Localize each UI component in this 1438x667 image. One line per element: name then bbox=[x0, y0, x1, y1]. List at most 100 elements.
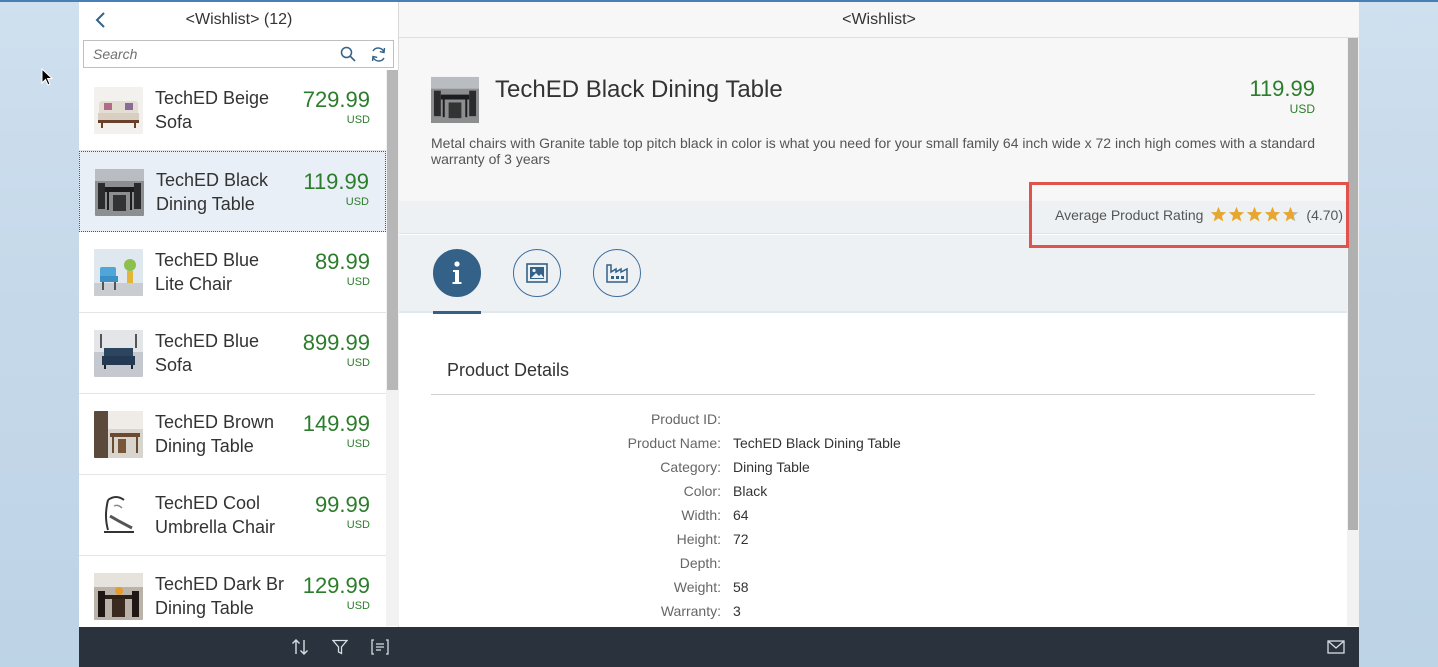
star-icon bbox=[1211, 206, 1227, 222]
list-scrollbar-thumb[interactable] bbox=[387, 70, 398, 390]
item-currency: USD bbox=[346, 519, 370, 531]
item-currency: USD bbox=[346, 438, 370, 450]
item-title: TechED Beige Sofa bbox=[155, 88, 270, 132]
field-value: Black bbox=[733, 483, 768, 499]
item-title: TechED Brown Dining Table bbox=[155, 412, 275, 456]
list-item[interactable]: TechED Beige Sofa 729.99 USD bbox=[79, 70, 386, 151]
section-divider bbox=[431, 394, 1315, 395]
item-currency: USD bbox=[346, 357, 370, 369]
star-icon bbox=[1283, 206, 1299, 222]
blue-sofa-thumbnail bbox=[94, 330, 143, 377]
field-value: 72 bbox=[733, 531, 749, 547]
sort-icon bbox=[292, 639, 308, 655]
detail-footer bbox=[399, 627, 1359, 667]
item-price: 99.99 bbox=[314, 492, 370, 517]
rating-stars bbox=[1210, 206, 1299, 223]
detail-header: <Wishlist> bbox=[399, 2, 1359, 38]
item-price: 89.99 bbox=[314, 249, 370, 274]
list-item[interactable]: TechED Dark Br Dining Table 129.99 USD bbox=[79, 556, 386, 626]
item-price: 899.99 bbox=[302, 330, 370, 355]
object-header: TechED Black Dining Table 119.99 USD Met… bbox=[399, 38, 1347, 201]
average-rating: Average Product Rating (4.70) bbox=[1055, 206, 1343, 223]
info-icon bbox=[452, 261, 462, 284]
image-icon bbox=[526, 263, 548, 283]
field-label: Width: bbox=[681, 507, 721, 523]
back-button[interactable] bbox=[89, 8, 113, 32]
star-icon bbox=[1229, 206, 1245, 222]
field-label: Color: bbox=[683, 483, 721, 499]
item-title: TechED Blue Sofa bbox=[155, 331, 260, 375]
search-input[interactable] bbox=[84, 41, 333, 67]
tab-supplier[interactable] bbox=[593, 249, 641, 297]
item-title: TechED Cool Umbrella Chair bbox=[155, 493, 276, 537]
list-item[interactable]: TechED Blue Lite Chair 89.99 USD bbox=[79, 232, 386, 313]
search-field[interactable] bbox=[83, 40, 394, 68]
tab-info[interactable] bbox=[433, 249, 481, 297]
master-title: <Wishlist> (12) bbox=[185, 11, 293, 28]
field-label: Height: bbox=[676, 531, 721, 547]
field-label: Product Name: bbox=[627, 435, 721, 451]
list-item[interactable]: TechED Blue Sofa 899.99 USD bbox=[79, 313, 386, 394]
field-value: Dining Table bbox=[733, 459, 810, 475]
refresh-button[interactable] bbox=[363, 41, 393, 67]
active-tab-indicator bbox=[433, 311, 481, 314]
refresh-icon bbox=[371, 46, 385, 62]
list-item-selected[interactable]: TechED Black Dining Table 119.99 USD bbox=[79, 151, 386, 232]
field-value: 58 bbox=[733, 579, 749, 595]
list-scrollbar[interactable] bbox=[386, 70, 399, 626]
detail-scrollbar-thumb[interactable] bbox=[1348, 38, 1358, 530]
icon-tab-bar bbox=[399, 235, 1347, 313]
item-title: TechED Black Dining Table bbox=[156, 170, 269, 214]
product-description: Metal chairs with Granite table top pitc… bbox=[431, 135, 1315, 167]
item-currency: USD bbox=[346, 114, 370, 126]
group-icon bbox=[371, 639, 389, 655]
field-value: TechED Black Dining Table bbox=[733, 435, 901, 451]
field-label: Depth: bbox=[679, 555, 721, 571]
filter-button[interactable] bbox=[327, 634, 353, 660]
field-label: Category: bbox=[660, 459, 721, 475]
email-button[interactable] bbox=[1323, 634, 1349, 660]
item-currency: USD bbox=[346, 276, 370, 288]
product-currency: USD bbox=[1289, 102, 1315, 116]
mouse-cursor-icon bbox=[41, 68, 53, 86]
item-price: 129.99 bbox=[302, 573, 370, 598]
item-price: 729.99 bbox=[302, 87, 370, 112]
rating-bar: Average Product Rating (4.70) bbox=[399, 201, 1347, 234]
mail-icon bbox=[1327, 640, 1345, 654]
master-pane: <Wishlist> (12) Search TechED Beige Sofa… bbox=[79, 2, 399, 667]
rating-value: (4.70) bbox=[1306, 206, 1343, 223]
star-icon bbox=[1265, 206, 1281, 222]
group-button[interactable] bbox=[367, 634, 393, 660]
product-price: 119.99 bbox=[1249, 76, 1315, 101]
beige-sofa-thumbnail bbox=[94, 87, 143, 134]
section-title: Product Details bbox=[447, 360, 570, 380]
product-list: TechED Beige Sofa 729.99 USD TechED Blac… bbox=[79, 70, 386, 626]
search-icon bbox=[340, 46, 356, 62]
field-label: Warranty: bbox=[660, 603, 721, 619]
chevron-left-icon bbox=[95, 12, 105, 28]
filter-icon bbox=[332, 639, 348, 655]
sort-button[interactable] bbox=[287, 634, 313, 660]
item-price: 149.99 bbox=[302, 411, 370, 436]
detail-scrollbar[interactable] bbox=[1347, 38, 1359, 626]
tab-images[interactable] bbox=[513, 249, 561, 297]
master-footer bbox=[79, 627, 399, 667]
field-value: 3 bbox=[733, 603, 741, 619]
list-item[interactable]: TechED Cool Umbrella Chair 99.99 USD bbox=[79, 475, 386, 556]
rating-label: Average Product Rating bbox=[1055, 206, 1204, 223]
item-title: TechED Blue Lite Chair bbox=[155, 250, 260, 294]
list-item[interactable]: TechED Brown Dining Table 149.99 USD bbox=[79, 394, 386, 475]
detail-pane: <Wishlist> TechED Black Dining Table 119… bbox=[399, 2, 1359, 667]
item-price: 119.99 bbox=[303, 169, 369, 194]
detail-title: <Wishlist> bbox=[842, 10, 916, 28]
blue-lite-chair-thumbnail bbox=[94, 249, 143, 296]
brown-dining-table-thumbnail bbox=[94, 411, 143, 458]
factory-icon bbox=[606, 264, 628, 283]
product-title: TechED Black Dining Table bbox=[495, 76, 783, 103]
field-value: 64 bbox=[733, 507, 749, 523]
field-label: Weight: bbox=[673, 579, 721, 595]
search-button[interactable] bbox=[333, 41, 363, 67]
item-currency: USD bbox=[345, 196, 369, 208]
dark-brown-dining-table-thumbnail bbox=[94, 573, 143, 620]
field-label: Product ID: bbox=[650, 411, 721, 427]
